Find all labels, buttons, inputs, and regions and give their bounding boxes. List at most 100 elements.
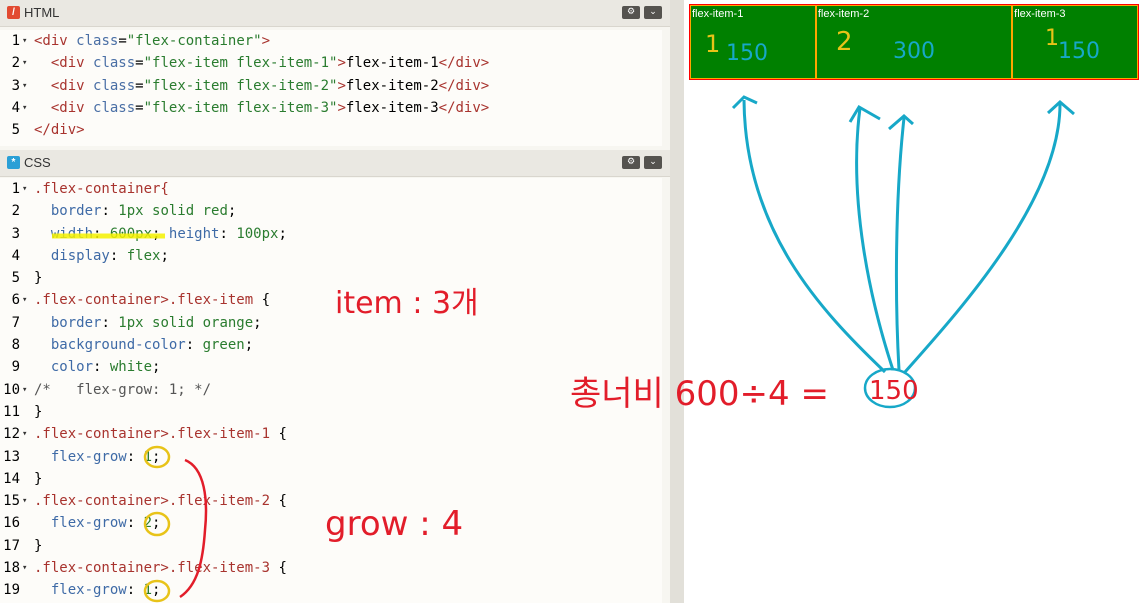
- code-line[interactable]: 13 flex-grow: 1;: [0, 446, 662, 468]
- code-line[interactable]: 11}: [0, 401, 662, 423]
- code-token: ;: [152, 225, 169, 242]
- fold-toggle-icon[interactable]: ▾: [22, 178, 30, 200]
- code-token: 1px solid orange: [118, 314, 254, 331]
- line-number: 2: [11, 55, 20, 72]
- fold-toggle-icon[interactable]: ▾: [22, 557, 30, 579]
- code-line[interactable]: 5 </div>: [0, 119, 662, 141]
- code-token: ;: [278, 225, 287, 242]
- code-line[interactable]: 3 ▾ <div class="flex-item flex-item-2">fl…: [0, 75, 662, 97]
- code-text: background-color: green;: [34, 334, 253, 356]
- code-text: }: [34, 535, 42, 557]
- code-token: background-color: [50, 337, 186, 354]
- fold-toggle-icon[interactable]: ▾: [22, 75, 30, 97]
- code-line[interactable]: 8 background-color: green;: [0, 334, 662, 356]
- code-line[interactable]: 17}: [0, 535, 662, 557]
- code-token: 100px: [236, 225, 279, 242]
- code-token: .flex-container>.flex-item: [34, 292, 262, 309]
- html-panel-title: HTML: [24, 5, 60, 20]
- pane-divider[interactable]: [670, 0, 684, 603]
- code-token: </div>: [438, 77, 490, 94]
- fold-toggle-icon[interactable]: ▾: [22, 52, 30, 74]
- code-token: 1: [143, 448, 153, 465]
- code-text: border: 1px solid orange;: [34, 312, 262, 334]
- code-token: 1px solid red: [118, 203, 228, 220]
- chevron-down-icon[interactable]: ⌄: [644, 156, 662, 169]
- code-line[interactable]: 6 ▾ .flex-container>.flex-item {: [0, 289, 662, 311]
- code-token: :: [93, 225, 110, 242]
- code-token: 2: [143, 515, 153, 532]
- code-token: </div>: [34, 122, 85, 139]
- code-line[interactable]: 1 ▾ .flex-container{: [0, 178, 662, 200]
- gear-icon[interactable]: ⚙: [622, 6, 640, 19]
- code-token: class: [93, 55, 136, 72]
- fold-toggle-icon[interactable]: ▾: [22, 490, 30, 512]
- code-line[interactable]: 16 flex-grow: 2;: [0, 512, 662, 534]
- code-token: white: [109, 359, 153, 376]
- chevron-down-icon[interactable]: ⌄: [644, 6, 662, 19]
- preview-pane: [684, 0, 1145, 603]
- fold-toggle-icon[interactable]: ▾: [22, 289, 30, 311]
- code-token: ;: [160, 247, 169, 264]
- code-token: flex-grow: [50, 515, 127, 532]
- code-token: .flex-container{: [34, 181, 169, 197]
- code-line[interactable]: 9 color: white;: [0, 356, 662, 378]
- code-line[interactable]: 10 ▾/* flex-grow: 1; */: [0, 379, 662, 401]
- code-line[interactable]: 7 border: 1px solid orange;: [0, 312, 662, 334]
- line-number: 5: [11, 270, 20, 287]
- code-token: border: [50, 203, 102, 220]
- code-token: /* flex-grow: 1; */: [34, 381, 212, 398]
- code-token: 600px: [109, 225, 153, 242]
- code-text: width: 600px; height: 100px;: [34, 223, 287, 245]
- fold-toggle-icon[interactable]: ▾: [22, 97, 30, 119]
- code-token: :: [101, 203, 119, 220]
- code-token: ;: [244, 337, 254, 354]
- line-number: 11: [3, 403, 20, 420]
- code-token: :: [126, 448, 144, 465]
- code-token: ;: [227, 203, 237, 220]
- css-code-editor[interactable]: 1 ▾ .flex-container{2 border: 1px solid re…: [0, 178, 662, 603]
- code-text: .flex-container>.flex-item-1 {: [34, 423, 287, 445]
- flex-item-label: flex-item-3: [1014, 8, 1066, 20]
- line-number: 5: [11, 122, 20, 139]
- code-token: flex-grow: [50, 582, 127, 599]
- code-token: display: [50, 247, 110, 264]
- code-text: <div class="flex-item flex-item-3">flex-…: [34, 97, 489, 119]
- gear-icon[interactable]: ⚙: [622, 156, 640, 169]
- code-line[interactable]: 2 border: 1px solid red;: [0, 200, 662, 222]
- code-line[interactable]: 14}: [0, 468, 662, 490]
- code-line[interactable]: 3 width: 600px; height: 100px;: [0, 223, 662, 245]
- line-number: 8: [11, 337, 20, 354]
- code-token: <div: [34, 33, 77, 49]
- code-line[interactable]: 12 ▾ .flex-container>.flex-item-1 {: [0, 423, 662, 445]
- html-logo-icon: /: [7, 6, 20, 19]
- code-line[interactable]: 1 ▾ <div class="flex-container">: [0, 30, 662, 52]
- fold-toggle-icon[interactable]: ▾: [22, 30, 30, 52]
- code-line[interactable]: 19 flex-grow: 1;: [0, 579, 662, 601]
- code-token: :: [219, 225, 237, 242]
- code-line[interactable]: 18 ▾ .flex-container>.flex-item-3 {: [0, 557, 662, 579]
- code-text: display: flex;: [34, 245, 169, 267]
- code-line[interactable]: 2 ▾ <div class="flex-item flex-item-1">fl…: [0, 52, 662, 74]
- line-number: 16: [3, 515, 20, 532]
- line-number: 14: [3, 470, 20, 487]
- code-text: }: [34, 401, 42, 423]
- code-line[interactable]: 5}: [0, 267, 662, 289]
- code-line[interactable]: 15 ▾ .flex-container>.flex-item-2 {: [0, 490, 662, 512]
- code-token: :: [101, 314, 119, 331]
- line-number: 19: [3, 582, 20, 599]
- code-line[interactable]: 4 ▾ <div class="flex-item flex-item-3">fl…: [0, 97, 662, 119]
- code-line[interactable]: 4 display: flex;: [0, 245, 662, 267]
- code-token: </div>: [438, 99, 490, 116]
- fold-toggle-icon[interactable]: ▾: [22, 379, 30, 401]
- fold-toggle-icon[interactable]: ▾: [22, 423, 30, 445]
- css-logo-icon: *: [7, 156, 20, 169]
- line-number: 15: [3, 493, 20, 510]
- code-token: <div: [50, 55, 94, 72]
- html-code-editor[interactable]: 1 ▾ <div class="flex-container"> 2 ▾ <div cl…: [0, 30, 662, 146]
